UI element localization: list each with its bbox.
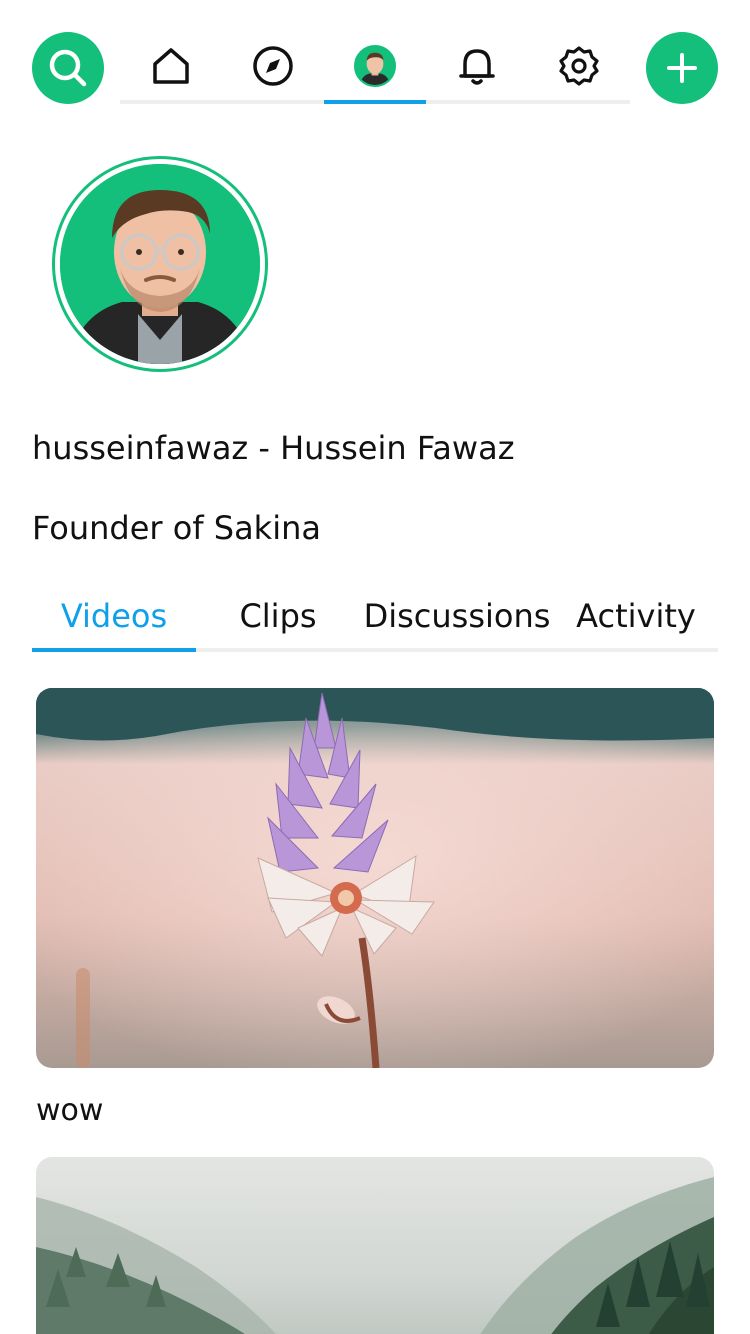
bell-icon [459,49,495,85]
top-nav [120,32,630,104]
tab-activity[interactable]: Activity [554,584,718,652]
video-thumbnail[interactable] [36,688,714,1068]
nav-notifications[interactable] [426,32,528,104]
profile-display-name: husseinfawaz - Hussein Fawaz [32,429,515,467]
profile-screen: husseinfawaz - Hussein Fawaz Founder of … [0,0,750,1334]
nav-explore[interactable] [222,32,324,104]
avatar-photo [60,164,260,364]
nav-profile[interactable] [324,32,426,104]
nav-active-indicator [324,100,426,104]
profile-avatar [52,156,268,372]
video-thumbnail[interactable] [36,1157,714,1334]
add-button[interactable] [646,32,718,104]
tab-label: Activity [576,597,696,635]
profile-bio: Founder of Sakina [32,509,321,547]
tab-label: Discussions [363,597,551,635]
nav-settings[interactable] [528,32,630,104]
home-icon [153,48,189,84]
gear-icon [559,46,599,86]
tab-active-indicator [32,648,196,652]
tab-label: Clips [239,597,317,635]
profile-tabs: Videos Clips Discussions Activity [32,584,718,652]
avatar [354,45,396,87]
search-button[interactable] [32,32,104,104]
nav-home[interactable] [120,32,222,104]
tab-label: Videos [60,597,168,635]
tab-discussions[interactable]: Discussions [360,584,554,652]
video-title[interactable]: wow [36,1092,103,1130]
plus-icon [667,53,697,83]
search-icon [49,49,87,87]
tab-clips[interactable]: Clips [196,584,360,652]
compass-icon [253,46,293,86]
tab-videos[interactable]: Videos [32,584,196,652]
